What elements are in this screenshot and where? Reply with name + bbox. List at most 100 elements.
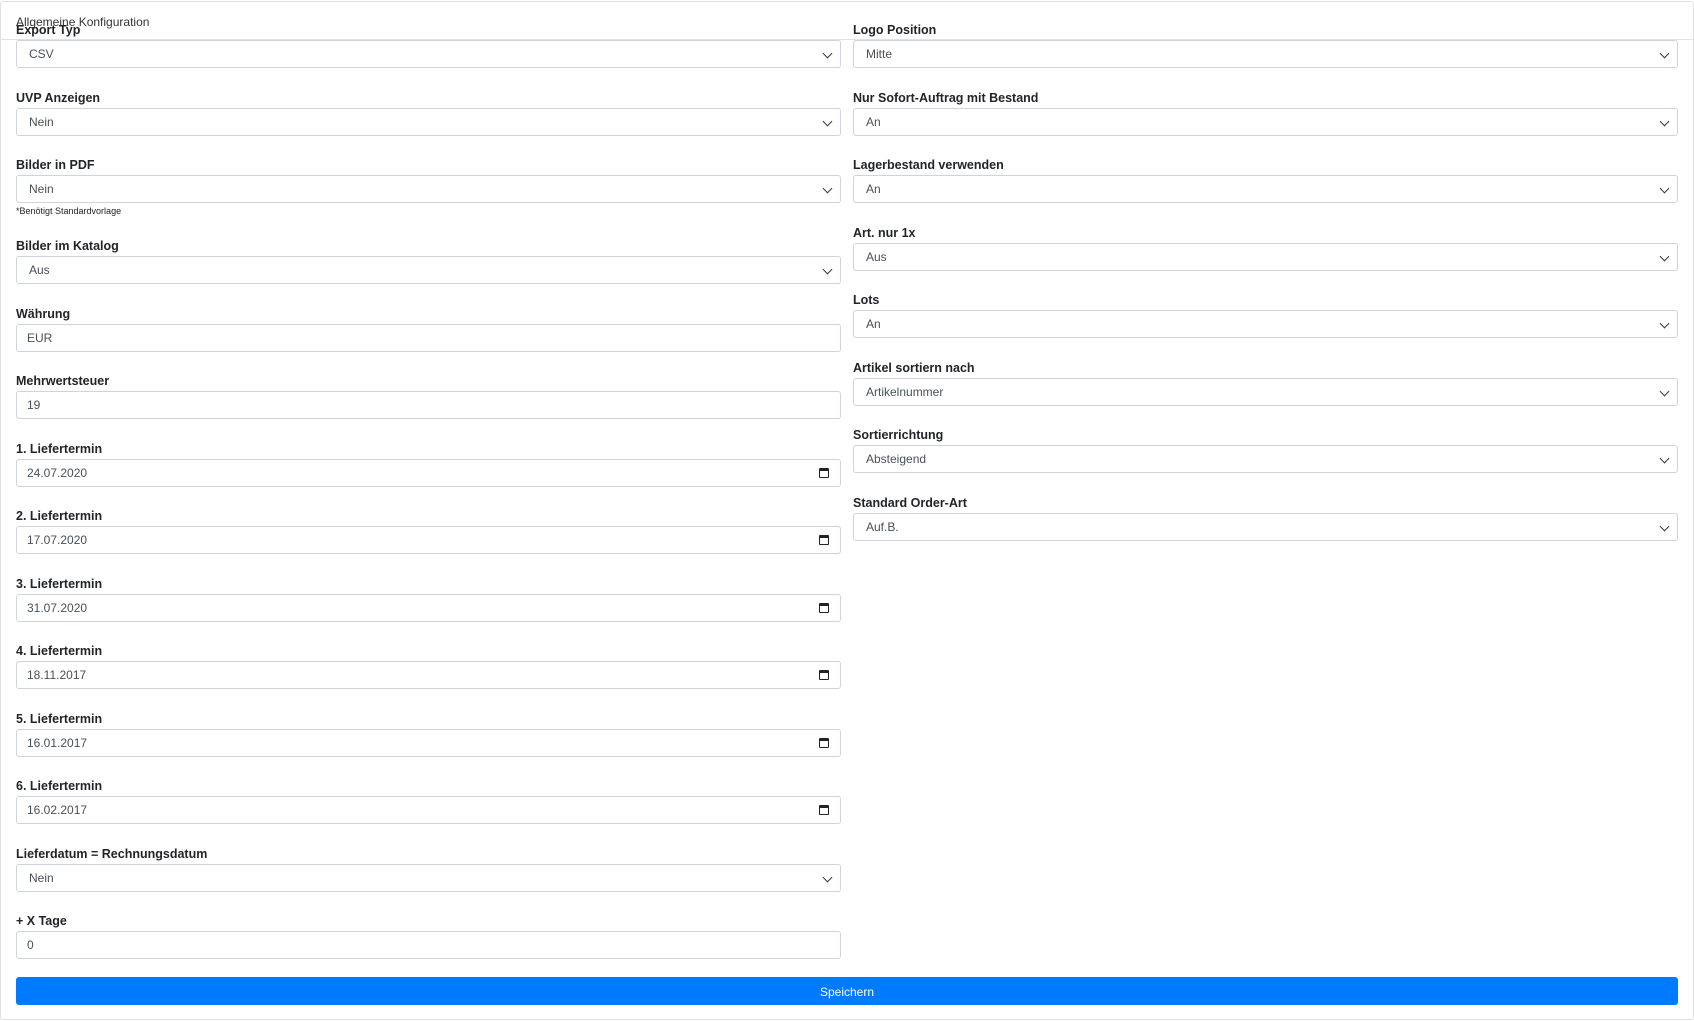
bilder-pdf-group: Bilder in PDF Nein *Benötigt Standardvor… bbox=[16, 155, 841, 233]
save-button[interactable]: Speichern bbox=[16, 977, 1678, 1005]
uvp-label: UVP Anzeigen bbox=[16, 90, 101, 105]
standard-order-art-group: Standard Order-Art Auf.B. bbox=[853, 493, 1678, 558]
export-typ-select[interactable]: CSV bbox=[16, 40, 841, 68]
lots-label: Lots bbox=[853, 293, 880, 307]
bilder-katalog-label: Bilder im Katalog bbox=[16, 239, 119, 253]
x-tage-input[interactable]: 0 bbox=[16, 931, 841, 959]
sortierrichtung-value: Absteigend bbox=[866, 452, 927, 466]
artikel-sortierung-group: Artikel sortiern nach Artikelnummer bbox=[853, 358, 1678, 423]
lots-group: Lots An bbox=[853, 290, 1678, 355]
chevron-down-icon bbox=[822, 264, 833, 275]
standard-order-art-label: Standard Order-Art bbox=[853, 495, 967, 510]
artikel-sortierung-select[interactable]: Artikelnummer bbox=[853, 377, 1678, 406]
calendar-icon[interactable] bbox=[819, 805, 829, 815]
bilder-pdf-hint: *Benötigt Standardvorlage bbox=[16, 206, 122, 216]
waehrung-value: EUR bbox=[27, 330, 53, 345]
mwst-group: Mehrwertsteuer 19 bbox=[16, 371, 841, 436]
waehrung-input[interactable]: EUR bbox=[16, 323, 841, 352]
sortierrichtung-label: Sortierrichtung bbox=[853, 428, 944, 442]
liefertermin-2-label: 2. Liefertermin bbox=[16, 509, 103, 523]
liefertermin-4-label: 4. Liefertermin bbox=[16, 644, 103, 658]
sofort-auftrag-select[interactable]: An bbox=[853, 107, 1678, 136]
liefertermin-2-date-input[interactable]: 17.07.2020 bbox=[16, 526, 841, 554]
logo-position-group: Logo Position Mitte bbox=[853, 20, 1678, 85]
uvp-select[interactable]: Nein bbox=[16, 107, 841, 136]
chevron-down-icon bbox=[1659, 521, 1670, 531]
liefertermin-6-value: 16.02.2017 bbox=[27, 803, 88, 817]
mwst-input[interactable]: 19 bbox=[16, 391, 841, 419]
calendar-icon[interactable] bbox=[819, 670, 829, 680]
mwst-label: Mehrwertsteuer bbox=[16, 374, 110, 388]
standard-order-art-value: Auf.B. bbox=[866, 519, 899, 534]
artikel-sortierung-label: Artikel sortiern nach bbox=[853, 360, 975, 375]
bilder-pdf-select[interactable]: Nein bbox=[16, 175, 841, 203]
lots-value: An bbox=[866, 317, 881, 331]
liefertermin-1-date-input[interactable]: 24.07.2020 bbox=[16, 458, 841, 487]
mwst-value: 19 bbox=[27, 398, 41, 412]
liefertermin-2-group: 2. Liefertermin 17.07.2020 bbox=[16, 506, 841, 571]
liefertermin-4-date-input[interactable]: 18.11.2017 bbox=[16, 661, 841, 689]
liefertermin-5-date-input[interactable]: 16.01.2017 bbox=[16, 728, 841, 757]
calendar-icon[interactable] bbox=[819, 602, 829, 613]
right-column: Logo Position Mitte Nur Sofort-Auftrag m… bbox=[853, 17, 1678, 557]
sofort-auftrag-value: An bbox=[866, 114, 881, 129]
standard-order-art-select[interactable]: Auf.B. bbox=[853, 512, 1678, 541]
calendar-icon[interactable] bbox=[819, 737, 829, 748]
lots-select[interactable]: An bbox=[853, 310, 1678, 338]
bilder-katalog-group: Bilder im Katalog Aus bbox=[16, 236, 841, 301]
artikel-sortierung-value: Artikelnummer bbox=[866, 384, 944, 399]
chevron-down-icon bbox=[822, 48, 833, 59]
lieferdatum-rechnung-select[interactable]: Nein bbox=[16, 863, 841, 892]
art-nur-1x-label: Art. nur 1x bbox=[853, 225, 916, 240]
chevron-down-icon bbox=[822, 116, 833, 126]
liefertermin-1-label: 1. Liefertermin bbox=[16, 441, 103, 456]
bilder-katalog-select[interactable]: Aus bbox=[16, 256, 841, 284]
lieferdatum-rechnung-label: Lieferdatum = Rechnungsdatum bbox=[16, 846, 208, 861]
art-nur-1x-group: Art. nur 1x Aus bbox=[853, 223, 1678, 288]
chevron-down-icon bbox=[822, 872, 833, 882]
calendar-icon[interactable] bbox=[819, 535, 829, 545]
liefertermin-3-value: 31.07.2020 bbox=[27, 600, 88, 615]
chevron-down-icon bbox=[1659, 318, 1670, 329]
x-tage-group: + X Tage 0 bbox=[16, 911, 841, 976]
config-card: Allgemeine Konfiguration Export Typ CSV … bbox=[0, 1, 1694, 1020]
uvp-value: Nein bbox=[29, 114, 54, 129]
x-tage-value: 0 bbox=[27, 938, 34, 952]
lagerbestand-select[interactable]: An bbox=[853, 175, 1678, 203]
art-nur-1x-select[interactable]: Aus bbox=[853, 242, 1678, 271]
bilder-pdf-label: Bilder in PDF bbox=[16, 158, 95, 172]
sortierrichtung-group: Sortierrichtung Absteigend bbox=[853, 425, 1678, 490]
liefertermin-1-group: 1. Liefertermin 24.07.2020 bbox=[16, 439, 841, 504]
liefertermin-3-label: 3. Liefertermin bbox=[16, 576, 103, 591]
liefertermin-6-group: 6. Liefertermin 16.02.2017 bbox=[16, 776, 841, 841]
art-nur-1x-value: Aus bbox=[866, 249, 887, 264]
liefertermin-5-label: 5. Liefertermin bbox=[16, 711, 103, 726]
logo-position-select[interactable]: Mitte bbox=[853, 40, 1678, 68]
liefertermin-5-value: 16.01.2017 bbox=[27, 735, 88, 750]
chevron-down-icon bbox=[1659, 48, 1670, 59]
lagerbestand-label: Lagerbestand verwenden bbox=[853, 158, 1004, 172]
logo-position-value: Mitte bbox=[866, 47, 893, 61]
liefertermin-6-label: 6. Liefertermin bbox=[16, 779, 103, 793]
liefertermin-1-value: 24.07.2020 bbox=[27, 465, 88, 480]
lieferdatum-rechnung-group: Lieferdatum = Rechnungsdatum Nein bbox=[16, 844, 841, 909]
chevron-down-icon bbox=[1659, 183, 1670, 194]
uvp-group: UVP Anzeigen Nein bbox=[16, 88, 841, 153]
liefertermin-2-value: 17.07.2020 bbox=[27, 533, 88, 547]
liefertermin-6-date-input[interactable]: 16.02.2017 bbox=[16, 796, 841, 824]
liefertermin-3-date-input[interactable]: 31.07.2020 bbox=[16, 593, 841, 622]
chevron-down-icon bbox=[1659, 453, 1670, 464]
liefertermin-5-group: 5. Liefertermin 16.01.2017 bbox=[16, 709, 841, 774]
lagerbestand-value: An bbox=[866, 182, 881, 196]
liefertermin-3-group: 3. Liefertermin 31.07.2020 bbox=[16, 574, 841, 639]
liefertermin-4-group: 4. Liefertermin 18.11.2017 bbox=[16, 641, 841, 706]
sortierrichtung-select[interactable]: Absteigend bbox=[853, 445, 1678, 473]
calendar-icon[interactable] bbox=[819, 467, 829, 478]
bilder-pdf-value: Nein bbox=[29, 182, 54, 196]
waehrung-label: Währung bbox=[16, 306, 71, 321]
export-typ-value: CSV bbox=[29, 47, 54, 61]
chevron-down-icon bbox=[1659, 251, 1670, 261]
lagerbestand-group: Lagerbestand verwenden An bbox=[853, 155, 1678, 220]
chevron-down-icon bbox=[1659, 386, 1670, 396]
export-typ-label: Export Typ bbox=[16, 23, 81, 37]
